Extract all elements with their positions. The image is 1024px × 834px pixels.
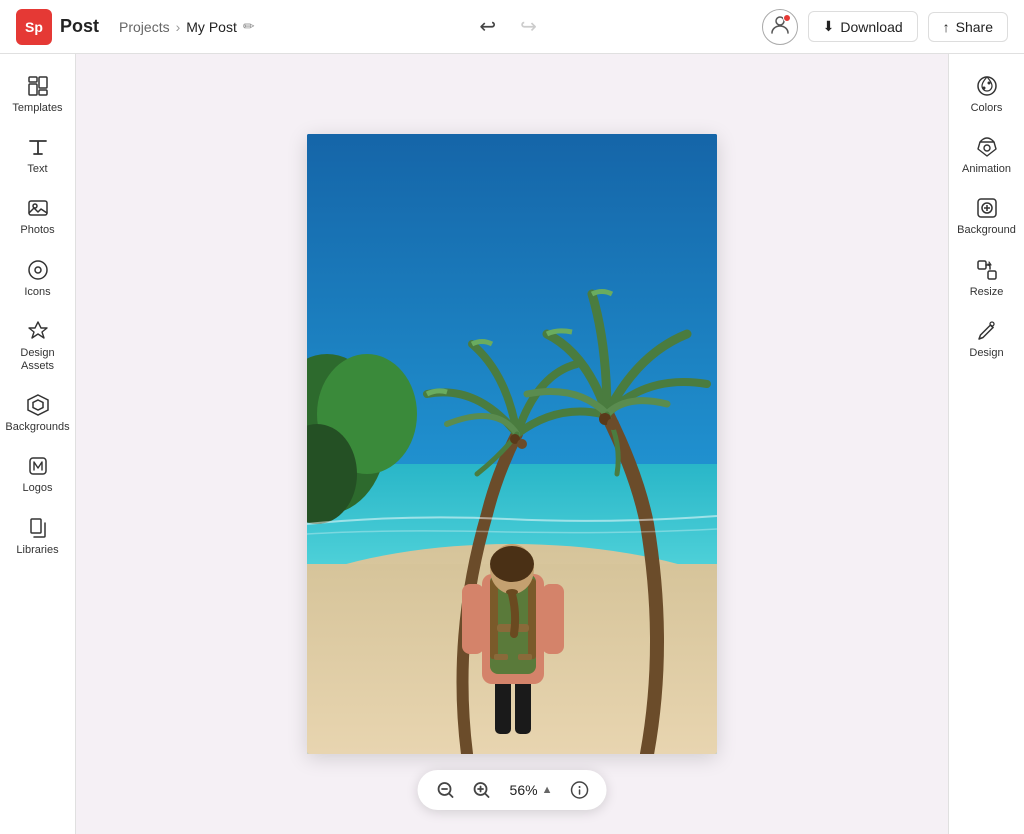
logos-label: Logos bbox=[23, 482, 53, 495]
sidebar-item-background[interactable]: Background bbox=[953, 188, 1021, 245]
libraries-icon bbox=[26, 516, 50, 540]
zoom-toolbar: 56% ▲ bbox=[418, 770, 607, 810]
sidebar-item-templates[interactable]: Templates bbox=[4, 66, 72, 123]
logo-area: Sp Post bbox=[16, 9, 99, 45]
undo-button[interactable]: ↩ bbox=[475, 10, 500, 43]
templates-label: Templates bbox=[12, 102, 62, 115]
canvas-wrapper bbox=[307, 134, 717, 754]
canvas-area: 56% ▲ bbox=[76, 54, 948, 834]
share-button[interactable]: ↑ Share bbox=[928, 12, 1008, 42]
text-icon bbox=[26, 135, 50, 159]
right-sidebar: Colors Animation bbox=[948, 54, 1024, 834]
colors-label: Colors bbox=[971, 102, 1003, 115]
libraries-label: Libraries bbox=[16, 544, 58, 557]
sidebar-item-resize[interactable]: Resize bbox=[953, 250, 1021, 307]
edit-title-icon[interactable]: ✏ bbox=[243, 18, 255, 35]
left-sidebar: Templates Text Photos bbox=[0, 54, 76, 834]
canvas-image[interactable] bbox=[307, 134, 717, 754]
sidebar-item-colors[interactable]: Colors bbox=[953, 66, 1021, 123]
sidebar-item-text[interactable]: Text bbox=[4, 127, 72, 184]
download-icon: ⬇ bbox=[823, 18, 835, 35]
resize-icon bbox=[975, 258, 999, 282]
breadcrumb-parent[interactable]: Projects bbox=[119, 19, 170, 35]
app-name: Post bbox=[60, 16, 99, 37]
icons-label: Icons bbox=[24, 286, 50, 299]
share-icon: ↑ bbox=[943, 19, 950, 35]
main-area: Templates Text Photos bbox=[0, 54, 1024, 834]
header-right: ⬇ Download ↑ Share bbox=[762, 9, 1008, 45]
design-icon bbox=[975, 319, 999, 343]
sidebar-item-icons[interactable]: Icons bbox=[4, 250, 72, 307]
backgrounds-label: Backgrounds bbox=[5, 421, 69, 434]
header: Sp Post Projects › My Post ✏ ↩ ↪ ⬇ bbox=[0, 0, 1024, 54]
download-button[interactable]: ⬇ Download bbox=[808, 11, 918, 42]
sidebar-item-design-assets[interactable]: Design Assets bbox=[4, 311, 72, 381]
background-icon bbox=[975, 196, 999, 220]
zoom-out-button[interactable] bbox=[432, 776, 460, 804]
info-button[interactable] bbox=[566, 777, 592, 803]
background-label: Background bbox=[957, 224, 1016, 237]
backgrounds-icon bbox=[26, 393, 50, 417]
zoom-chevron-icon: ▲ bbox=[542, 784, 553, 796]
sidebar-item-photos[interactable]: Photos bbox=[4, 188, 72, 245]
zoom-display[interactable]: 56% ▲ bbox=[504, 780, 559, 800]
breadcrumb-current: My Post bbox=[186, 19, 237, 35]
animation-label: Animation bbox=[962, 163, 1011, 176]
redo-button[interactable]: ↪ bbox=[516, 10, 541, 43]
breadcrumb: Projects › My Post ✏ bbox=[119, 18, 255, 35]
icons-icon bbox=[26, 258, 50, 282]
app-logo: Sp bbox=[16, 9, 52, 45]
resize-label: Resize bbox=[970, 286, 1004, 299]
sidebar-item-libraries[interactable]: Libraries bbox=[4, 508, 72, 565]
animation-icon bbox=[975, 135, 999, 159]
sidebar-item-logos[interactable]: Logos bbox=[4, 446, 72, 503]
avatar-icon bbox=[769, 13, 791, 40]
sidebar-item-backgrounds[interactable]: Backgrounds bbox=[4, 385, 72, 442]
design-assets-icon bbox=[26, 319, 50, 343]
colors-icon bbox=[975, 74, 999, 98]
templates-icon bbox=[26, 74, 50, 98]
zoom-value: 56% bbox=[510, 782, 538, 798]
zoom-in-button[interactable] bbox=[468, 776, 496, 804]
design-label: Design bbox=[969, 347, 1003, 360]
header-center: ↩ ↪ bbox=[267, 10, 750, 43]
text-label: Text bbox=[27, 163, 47, 176]
photos-icon bbox=[26, 196, 50, 220]
sidebar-item-animation[interactable]: Animation bbox=[953, 127, 1021, 184]
photos-label: Photos bbox=[20, 224, 54, 237]
avatar-button[interactable] bbox=[762, 9, 798, 45]
sidebar-item-design[interactable]: Design bbox=[953, 311, 1021, 368]
logos-icon bbox=[26, 454, 50, 478]
breadcrumb-separator: › bbox=[176, 19, 181, 35]
design-assets-label: Design Assets bbox=[8, 347, 68, 373]
